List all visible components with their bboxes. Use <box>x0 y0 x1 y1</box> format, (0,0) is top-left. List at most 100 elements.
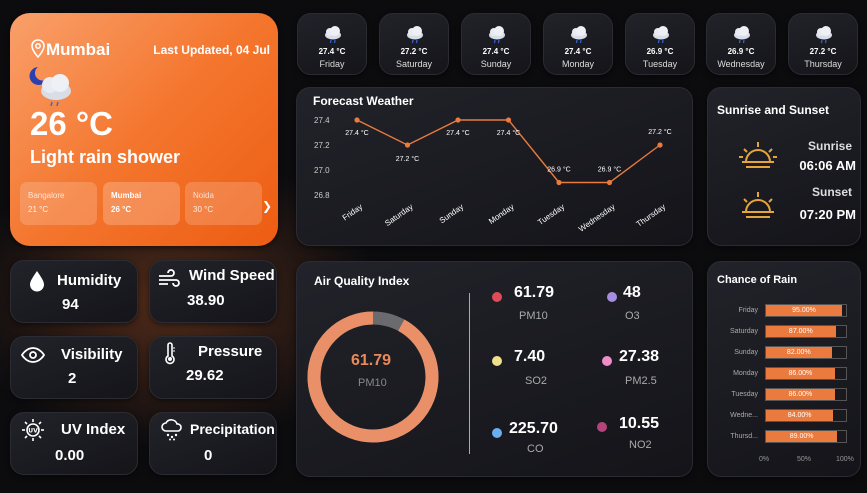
rain-bar-track: 87.00% <box>765 325 847 338</box>
city-card-temp: 26 °C <box>111 205 132 214</box>
day-temp: 27.2 °C <box>400 47 428 56</box>
forecast-line-chart: 27.4 27.2 27.0 26.8 27.4 °C Friday 27.2 °C Satu… <box>314 116 672 234</box>
day-temp: 27.4 °C <box>318 47 346 56</box>
day-card-6[interactable]: 27.2 °C Thursday <box>788 13 858 75</box>
day-card-2[interactable]: 27.4 °C Sunday <box>461 13 531 75</box>
aqi-center-value: 61.79 <box>351 352 392 369</box>
day-card-1[interactable]: 27.2 °C Saturday <box>379 13 449 75</box>
sun-title: Sunrise and Sunset <box>717 103 830 117</box>
air-quality-card: Air Quality Index 61.79 PM10 61.79 PM10 48… <box>296 261 693 477</box>
aqi-name: PM2.5 <box>625 375 657 387</box>
uv-index-value: 0.00 <box>55 447 85 464</box>
chance-of-rain-card: Chance of Rain Friday 95.00% Saturday 87.00… <box>707 261 861 477</box>
rain-cloud-icon <box>325 26 341 44</box>
y-tick-label: 26.8 <box>314 191 330 200</box>
humidity-label: Humidity <box>57 272 122 289</box>
sunrise-icon <box>739 142 777 168</box>
rain-bar-fill: 87.00% <box>766 326 836 337</box>
rain-bar-row: Tuesday 86.00% <box>708 388 862 401</box>
rain-bar-label: Wedne... <box>730 412 758 419</box>
day-card-5[interactable]: 26.9 °C Wednesday <box>706 13 776 75</box>
sunset-time: 07:20 PM <box>799 207 856 222</box>
rain-bar-label: Saturday <box>729 328 758 335</box>
rain-cloud-icon <box>734 26 750 44</box>
city-card-noida[interactable]: Noida 30 °C <box>185 182 262 225</box>
pressure-value: 29.62 <box>186 367 224 384</box>
day-name: Tuesday <box>642 59 678 69</box>
forecast-data-label: 27.2 °C <box>396 155 419 163</box>
wind-speed-label: Wind Speed <box>189 267 275 284</box>
sunset-label: Sunset <box>811 185 852 199</box>
next-arrow-icon[interactable]: ❯ <box>262 199 272 213</box>
current-weather-card: Mumbai Last Updated, 04 Jul 26 °C Light … <box>10 13 278 246</box>
visibility-value: 2 <box>68 370 77 387</box>
rain-bar-fill: 82.00% <box>766 347 832 358</box>
rain-title: Chance of Rain <box>717 274 798 286</box>
day-temp: 27.4 °C <box>482 47 510 56</box>
day-card-0[interactable]: 27.4 °C Friday <box>297 13 367 75</box>
rain-bar-label: Sunday <box>734 349 758 356</box>
y-tick-label: 27.0 <box>314 166 330 175</box>
night-rain-cloud-icon <box>29 67 71 107</box>
rain-bar-row: Thursd... 89.00% <box>708 430 862 443</box>
day-card-3[interactable]: 27.4 °C Monday <box>543 13 613 75</box>
rain-x-tick: 50% <box>797 456 812 463</box>
rain-bar-label: Thursd... <box>730 433 758 440</box>
droplet-icon <box>30 271 44 292</box>
uv-index-label: UV Index <box>61 421 126 438</box>
aqi-dot-o3 <box>607 292 617 302</box>
weather-condition: Light rain shower <box>30 147 181 167</box>
visibility-label: Visibility <box>61 346 123 363</box>
day-name: Wednesday <box>717 59 765 69</box>
aqi-dot-pm10 <box>492 292 502 302</box>
day-temp: 27.4 °C <box>564 47 592 56</box>
x-tick-label: Thursday <box>635 202 667 229</box>
city-card-temp: 30 °C <box>193 205 214 214</box>
forecast-data-label: 27.4 °C <box>345 129 368 137</box>
aqi-dot-so2 <box>492 356 502 366</box>
forecast-data-label: 27.4 °C <box>497 129 520 137</box>
rain-bar-row: Saturday 87.00% <box>708 325 862 338</box>
aqi-value: 225.70 <box>509 420 558 437</box>
rain-cloud-icon <box>161 419 182 441</box>
rain-cloud-icon <box>407 26 423 44</box>
forecast-point <box>455 117 461 123</box>
day-temp: 26.9 °C <box>727 47 755 56</box>
forecast-data-label: 26.9 °C <box>598 166 621 174</box>
rain-x-tick: 100% <box>836 456 854 463</box>
uv-sun-icon: UV <box>22 419 44 441</box>
city-card-mumbai[interactable]: Mumbai 26 °C <box>103 182 180 225</box>
city-name: Mumbai <box>46 40 111 59</box>
rain-bar-label: Friday <box>738 307 758 314</box>
aqi-dot-co <box>492 428 502 438</box>
rain-bar-label: Tuesday <box>731 391 758 398</box>
location-pin-icon <box>31 39 45 59</box>
aqi-dot-no2 <box>597 422 607 432</box>
aqi-name: O3 <box>625 310 640 322</box>
city-card-temp: 21 °C <box>28 205 49 214</box>
day-name: Monday <box>561 59 595 69</box>
day-name: Friday <box>319 59 345 69</box>
rain-x-tick: 0% <box>759 456 770 463</box>
forecast-point <box>505 117 512 123</box>
day-card-4[interactable]: 26.9 °C Tuesday <box>625 13 695 75</box>
forecast-weather-card: Forecast Weather 27.4 27.2 27.0 26.8 27.4 °C… <box>296 87 693 246</box>
rain-bar-fill: 86.00% <box>766 368 835 379</box>
y-tick-label: 27.2 <box>314 141 330 150</box>
wind-speed-value: 38.90 <box>187 292 225 309</box>
aqi-title: Air Quality Index <box>314 274 410 288</box>
wind-speed-card: Wind Speed 38.90 <box>149 260 277 323</box>
humidity-value: 94 <box>62 296 79 313</box>
city-card-bangalore[interactable]: Bangalore 21 °C <box>20 182 97 225</box>
rain-bar-track: 86.00% <box>765 367 847 380</box>
aqi-dot-pm25 <box>602 356 612 366</box>
rain-bar-track: 84.00% <box>765 409 847 422</box>
rain-bar-fill: 84.00% <box>766 410 834 421</box>
rain-bar-track: 86.00% <box>765 388 847 401</box>
forecast-point <box>606 179 613 186</box>
precipitation-value: 0 <box>204 447 213 464</box>
rain-cloud-icon <box>816 26 832 44</box>
precipitation-card: Precipitation 0 <box>149 412 277 475</box>
rain-bar-fill: 86.00% <box>766 389 835 400</box>
aqi-value: 7.40 <box>514 348 546 365</box>
